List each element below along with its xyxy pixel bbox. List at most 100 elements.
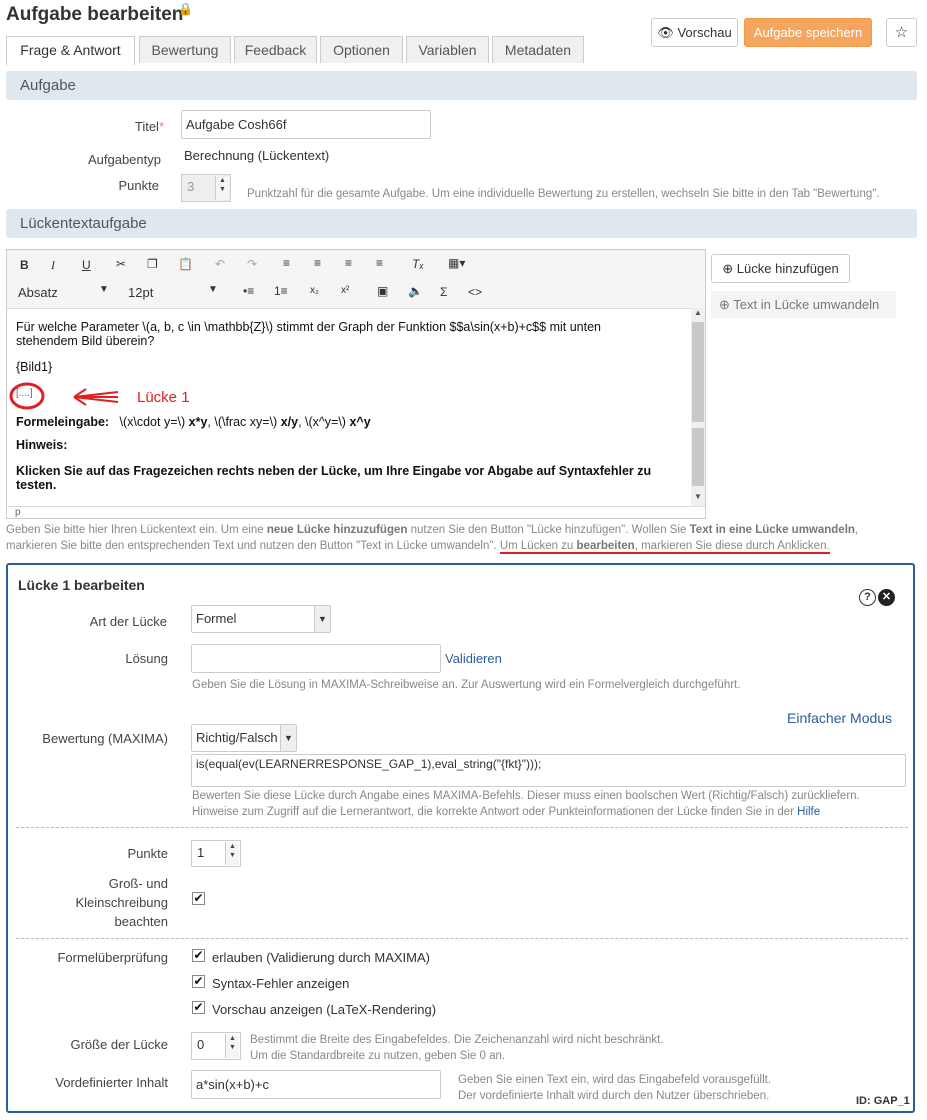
points-stepper[interactable]: 3 ▲ ▼: [181, 174, 231, 202]
paste-icon[interactable]: 📋: [178, 257, 193, 271]
add-gap-label: Lücke hinzufügen: [736, 261, 839, 276]
numbered-list-icon[interactable]: 1≡: [274, 284, 288, 298]
undo-icon[interactable]: ↶: [215, 257, 225, 271]
add-gap-button[interactable]: ⊕ Lücke hinzufügen: [711, 254, 850, 283]
plus-circle-icon: ⊕: [719, 297, 730, 312]
gap-id: ID: GAP_1: [856, 1095, 910, 1107]
gap-size-stepper[interactable]: 0 ▲ ▼: [191, 1032, 241, 1060]
editor-scrollbar[interactable]: ▲ ▼: [691, 308, 705, 506]
scroll-thumb: [692, 322, 704, 422]
section-aufgabe: Aufgabe: [6, 71, 917, 100]
tab-feedback[interactable]: Feedback: [234, 36, 317, 63]
align-right-icon[interactable]: ≡: [345, 256, 352, 270]
tab-frage-antwort[interactable]: Frage & Antwort: [6, 36, 135, 65]
chevron-down-icon[interactable]: ▼: [208, 284, 218, 295]
points-label: Punkte: [118, 178, 159, 193]
scoring-select[interactable]: Richtig/Falsch ▼: [191, 724, 297, 752]
source-code-icon[interactable]: <>: [468, 285, 482, 299]
gap-edit-panel: Lücke 1 bearbeiten ? ✕: [6, 563, 915, 1113]
gap-points-label: Punkte: [127, 846, 168, 861]
editor-toolbar: B I U ✂ ❐ 📋 ↶ ↷ ≡ ≡ ≡ ≡ Tₓ ▦▾ Absatz ▼ 1…: [7, 250, 705, 309]
preview-label: Vorschau anzeigen (LaTeX-Rendering): [212, 1002, 437, 1017]
case-sensitive-checkbox[interactable]: ✔: [192, 892, 205, 905]
help-icon[interactable]: ?: [859, 589, 876, 606]
lock-icon: 🔒: [178, 2, 193, 16]
preview-checkbox[interactable]: ✔: [192, 1001, 205, 1014]
gap-type-select[interactable]: Formel ▼: [191, 605, 331, 633]
predefined-label: Vordefinierter Inhalt: [55, 1075, 168, 1090]
divider: [16, 827, 908, 828]
table-icon[interactable]: ▦▾: [448, 256, 465, 270]
cut-icon[interactable]: ✂: [116, 257, 126, 271]
predefined-input[interactable]: a*sin(x+b)+c: [191, 1070, 441, 1099]
stepper-arrows-icon: ▲ ▼: [225, 1034, 239, 1058]
tab-metadaten[interactable]: Metadaten: [492, 36, 584, 63]
bullet-list-icon[interactable]: •≡: [243, 284, 254, 298]
convert-to-gap-button[interactable]: ⊕ Text in Lücke umwandeln: [711, 291, 896, 318]
annotation-circle: [9, 382, 45, 410]
editor-help: Geben Sie bitte hier Ihren Lückentext ei…: [6, 524, 859, 554]
content-line: stehendem Bild überein?: [16, 334, 155, 348]
scoring-code-textarea[interactable]: is(equal(ev(LEARNERRESPONSE_GAP_1),eval_…: [191, 754, 906, 787]
gap-type-label: Art der Lücke: [89, 614, 167, 629]
preview-button[interactable]: 👁 Vorschau: [651, 18, 738, 47]
validate-link[interactable]: Validieren: [445, 651, 502, 666]
clear-format-icon[interactable]: Tₓ: [412, 257, 424, 271]
plus-circle-icon: ⊕: [722, 261, 734, 276]
gap-size-help: Bestimmt die Breite des Eingabefeldes. D…: [250, 1034, 664, 1062]
chevron-down-icon: ▼: [314, 606, 330, 632]
allow-validation-checkbox[interactable]: ✔: [192, 949, 205, 962]
redo-icon[interactable]: ↷: [247, 257, 257, 271]
allow-validation-label: erlauben (Validierung durch MAXIMA): [212, 950, 430, 965]
star-icon[interactable]: ☆: [886, 18, 917, 47]
media-icon[interactable]: 🔈: [408, 284, 423, 298]
copy-icon[interactable]: ❐: [147, 257, 158, 271]
tab-optionen[interactable]: Optionen: [320, 36, 403, 63]
title-label: Titel*: [134, 119, 164, 134]
tab-bewertung[interactable]: Bewertung: [139, 36, 231, 63]
predefined-help: Geben Sie einen Text ein, wird das Einga…: [458, 1074, 772, 1102]
simple-mode-link[interactable]: Einfacher Modus: [787, 710, 892, 726]
hinweis-label: Hinweis:: [16, 438, 68, 452]
points-help: Punktzahl für die gesamte Aufgabe. Um ei…: [247, 188, 880, 200]
title-input[interactable]: Aufgabe Cosh66f: [181, 110, 431, 139]
tab-variablen[interactable]: Variablen: [406, 36, 489, 63]
eye-icon: 👁: [657, 25, 674, 40]
preview-label: Vorschau: [677, 25, 732, 40]
superscript-icon[interactable]: x²: [341, 285, 349, 296]
gap-size-label: Größe der Lücke: [70, 1037, 168, 1052]
sigma-icon[interactable]: Σ: [440, 285, 447, 299]
help-link[interactable]: Hilfe: [797, 806, 820, 818]
bold-icon[interactable]: B: [20, 258, 29, 272]
scroll-down-icon: ▼: [694, 492, 702, 501]
syntax-errors-checkbox[interactable]: ✔: [192, 975, 205, 988]
format-select[interactable]: Absatz: [18, 285, 58, 300]
annotation-overlay: [9, 382, 119, 410]
annotation-label: Lücke 1: [137, 389, 190, 406]
underline-icon[interactable]: U: [82, 258, 91, 272]
image-icon[interactable]: ▣: [377, 284, 388, 298]
gap-points-stepper[interactable]: 1 ▲ ▼: [191, 840, 241, 867]
chevron-down-icon: ▼: [280, 725, 296, 751]
content-line: testen.: [16, 478, 57, 492]
type-label: Aufgabentyp: [87, 152, 161, 167]
subscript-icon[interactable]: x₂: [310, 285, 319, 296]
save-button[interactable]: Aufgabe speichern: [744, 18, 872, 47]
divider: [16, 938, 908, 939]
convert-label: Text in Lücke umwandeln: [733, 297, 880, 312]
italic-icon[interactable]: I: [51, 258, 55, 273]
solution-label: Lösung: [125, 651, 168, 666]
font-size-select[interactable]: 12pt: [128, 285, 153, 300]
scroll-track: [692, 428, 704, 486]
align-justify-icon[interactable]: ≡: [376, 256, 383, 270]
align-left-icon[interactable]: ≡: [283, 256, 290, 270]
solution-help: Geben Sie die Lösung in MAXIMA-Schreibwe…: [192, 679, 741, 691]
content-line: Klicken Sie auf das Fragezeichen rechts …: [16, 464, 652, 478]
close-icon[interactable]: ✕: [878, 589, 895, 606]
content-line: Für welche Parameter \(a, b, c \in \math…: [16, 320, 601, 334]
case-sensitive-label: Groß- und Kleinschreibung beachten: [75, 876, 168, 929]
gap-title: Lücke 1 bearbeiten: [18, 577, 145, 593]
chevron-down-icon[interactable]: ▼: [99, 284, 109, 295]
solution-input[interactable]: [191, 644, 441, 673]
align-center-icon[interactable]: ≡: [314, 256, 321, 270]
